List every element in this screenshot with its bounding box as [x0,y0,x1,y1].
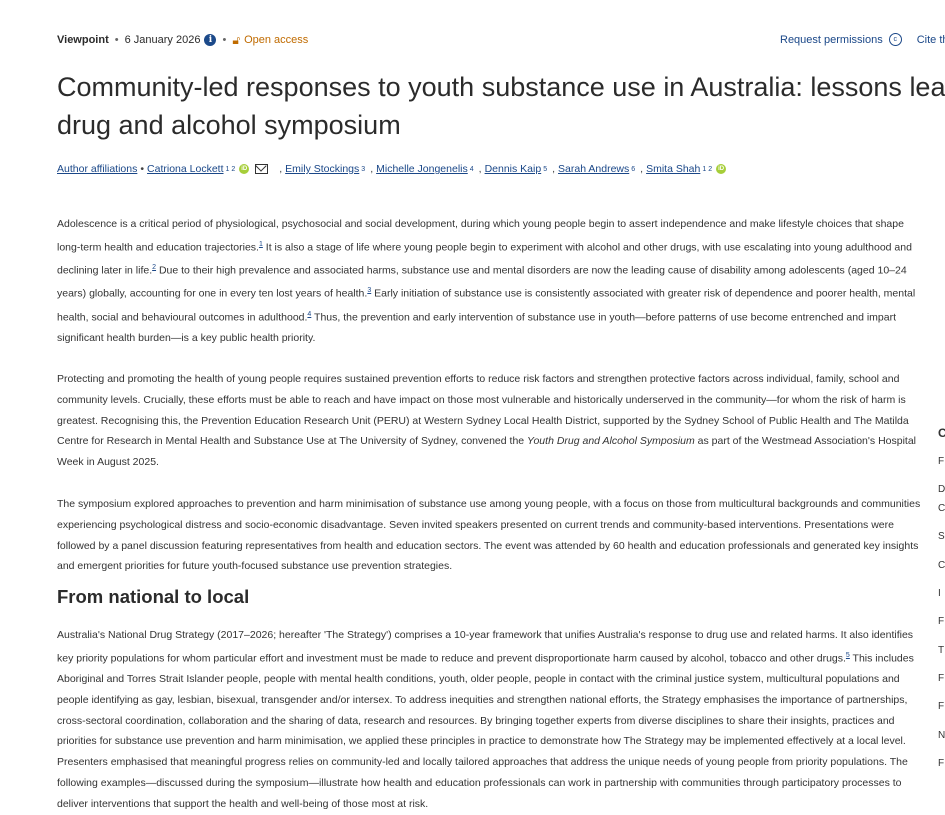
author-link[interactable]: Dennis Kaip [485,163,542,175]
sidebar-letter[interactable]: F [938,701,944,712]
author-list: Author affiliations • Catriona Lockett 1 … [57,163,727,175]
title-line-1: Community-led responses to youth substan… [57,72,945,102]
symposium-name: Youth Drug and Alcohol Symposium [527,435,695,448]
author-link[interactable]: Sarah Andrews [558,163,629,175]
author-affiliations-link[interactable]: Author affiliations [57,163,137,175]
sidebar-letter[interactable]: S [938,531,945,542]
separator-comma: , [370,163,374,175]
sidebar-letter[interactable]: F [938,616,944,627]
paragraph-intro: Adolescence is a critical period of phys… [57,214,927,349]
separator-dot: • [222,34,227,46]
author-link[interactable]: Smita Shah [646,163,700,175]
sidebar-letter[interactable]: T [938,645,944,656]
orcid-icon[interactable]: iD [239,164,250,174]
author-link[interactable]: Emily Stockings [285,163,359,175]
text-run: Australia's National Drug Strategy (2017… [57,629,914,665]
sidebar-letter[interactable]: F [938,673,944,684]
copyright-icon: c [888,33,902,46]
sidebar-letter[interactable]: C [938,503,945,514]
author-link[interactable]: Michelle Jongenelis [376,163,468,175]
section-heading: From national to local [57,586,250,607]
affiliation-sup: 5 [543,165,548,173]
open-access-label: Open access [244,34,309,46]
separator-dot: • [140,163,145,175]
top-actions: Request permissions c Cite this [780,33,945,46]
separator-comma: , [640,163,644,175]
sidebar-letter[interactable]: C [938,560,945,571]
affiliation-sup: 1 2 [702,165,713,173]
sidebar-letter[interactable]: F [938,758,944,769]
request-permissions-link[interactable]: Request permissions [780,34,883,46]
affiliation-sup: 3 [361,165,366,173]
text-run: This includes Aboriginal and Torres Stra… [57,652,914,810]
article-meta-bar: Viewpoint • 6 January 2026 i • 🔓︎ Open a… [57,31,308,49]
article-type: Viewpoint [57,34,109,46]
orcid-icon[interactable]: iD [716,164,727,174]
separator-comma: , [552,163,556,175]
paragraph-protecting: Protecting and promoting the health of y… [57,369,927,473]
separator-comma: , [478,163,482,175]
info-icon[interactable]: i [204,34,217,46]
open-access-icon: 🔓︎ [232,32,241,47]
author-link[interactable]: Catriona Lockett [147,163,223,175]
sidebar-letter[interactable]: I [938,588,941,599]
sidebar-letter: C [938,426,945,440]
email-icon[interactable] [255,164,269,174]
sidebar-letter[interactable]: N [938,730,945,741]
paragraph-national: Australia's National Drug Strategy (2017… [57,625,927,815]
title-line-2: drug and alcohol symposium [57,110,401,140]
affiliation-sup: 1 2 [225,165,236,173]
affiliation-sup: 4 [469,165,474,173]
sidebar-letter[interactable]: F [938,456,944,467]
publication-date: 6 January 2026 [124,34,201,46]
separator-comma: , [279,163,283,175]
affiliation-sup: 6 [631,165,636,173]
paragraph-symposium: The symposium explored approaches to pre… [57,498,921,573]
sidebar-letter[interactable]: D [938,484,945,495]
cite-link[interactable]: Cite this [917,34,945,46]
separator-dot: • [114,34,119,46]
article-title: Community-led responses to youth substan… [57,68,945,144]
